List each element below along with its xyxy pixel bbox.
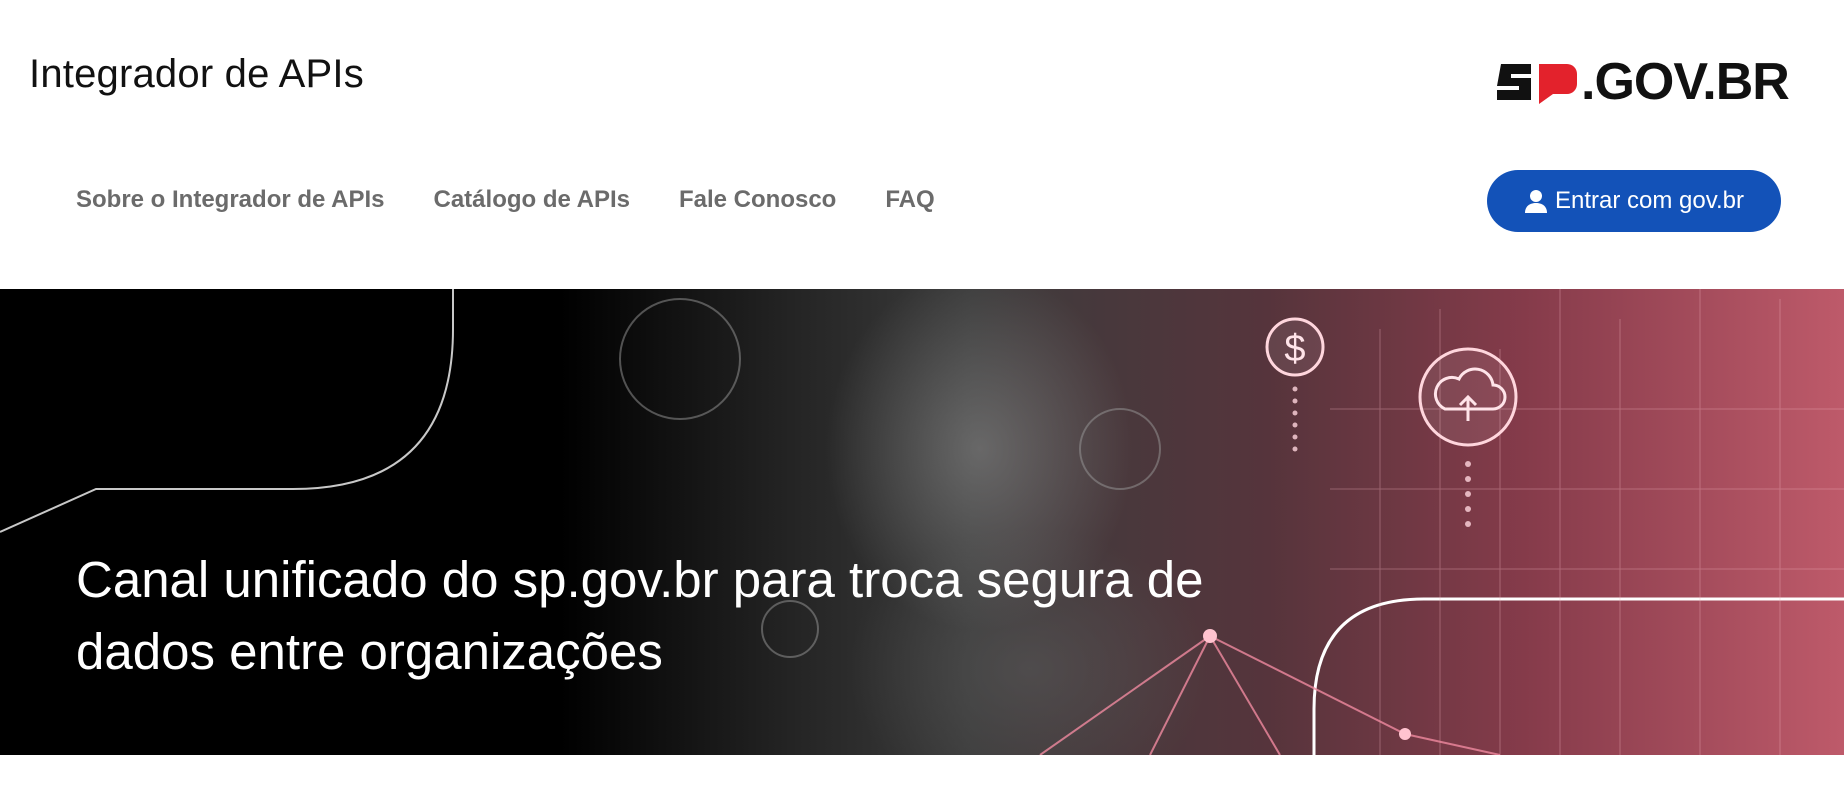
decorative-line-bottom-right xyxy=(1312,597,1844,755)
decorative-line-top-left xyxy=(0,289,454,533)
dollar-icon: $ xyxy=(1265,317,1325,377)
hero-heading: Canal unificado do sp.gov.br para troca … xyxy=(76,551,1204,680)
login-govbr-button[interactable]: Entrar com gov.br xyxy=(1487,170,1781,232)
logo-text: .GOV.BR xyxy=(1581,53,1790,111)
page: Integrador de APIs .GOV.BR Sobre o Integ… xyxy=(0,0,1844,807)
nav-item-faq[interactable]: FAQ xyxy=(885,186,934,214)
user-icon xyxy=(1524,189,1548,213)
sp-gov-br-logo[interactable]: .GOV.BR xyxy=(1495,56,1807,108)
svg-text:$: $ xyxy=(1284,328,1305,370)
main-nav: Sobre o Integrador de APIs Catálogo de A… xyxy=(76,186,984,214)
hero-banner: $ Canal unificado do sp.gov.br para troc… xyxy=(0,289,1844,755)
site-title[interactable]: Integrador de APIs xyxy=(29,52,364,97)
nav-item-fale-conosco[interactable]: Fale Conosco xyxy=(679,186,836,214)
cloud-upload-icon xyxy=(1418,347,1518,447)
nav-item-catalogo[interactable]: Catálogo de APIs xyxy=(434,186,630,214)
nav-item-sobre[interactable]: Sobre o Integrador de APIs xyxy=(76,186,385,214)
sp-logo-mark xyxy=(1497,64,1577,104)
city-grid xyxy=(1330,289,1844,755)
login-button-label: Entrar com gov.br xyxy=(1555,187,1744,214)
